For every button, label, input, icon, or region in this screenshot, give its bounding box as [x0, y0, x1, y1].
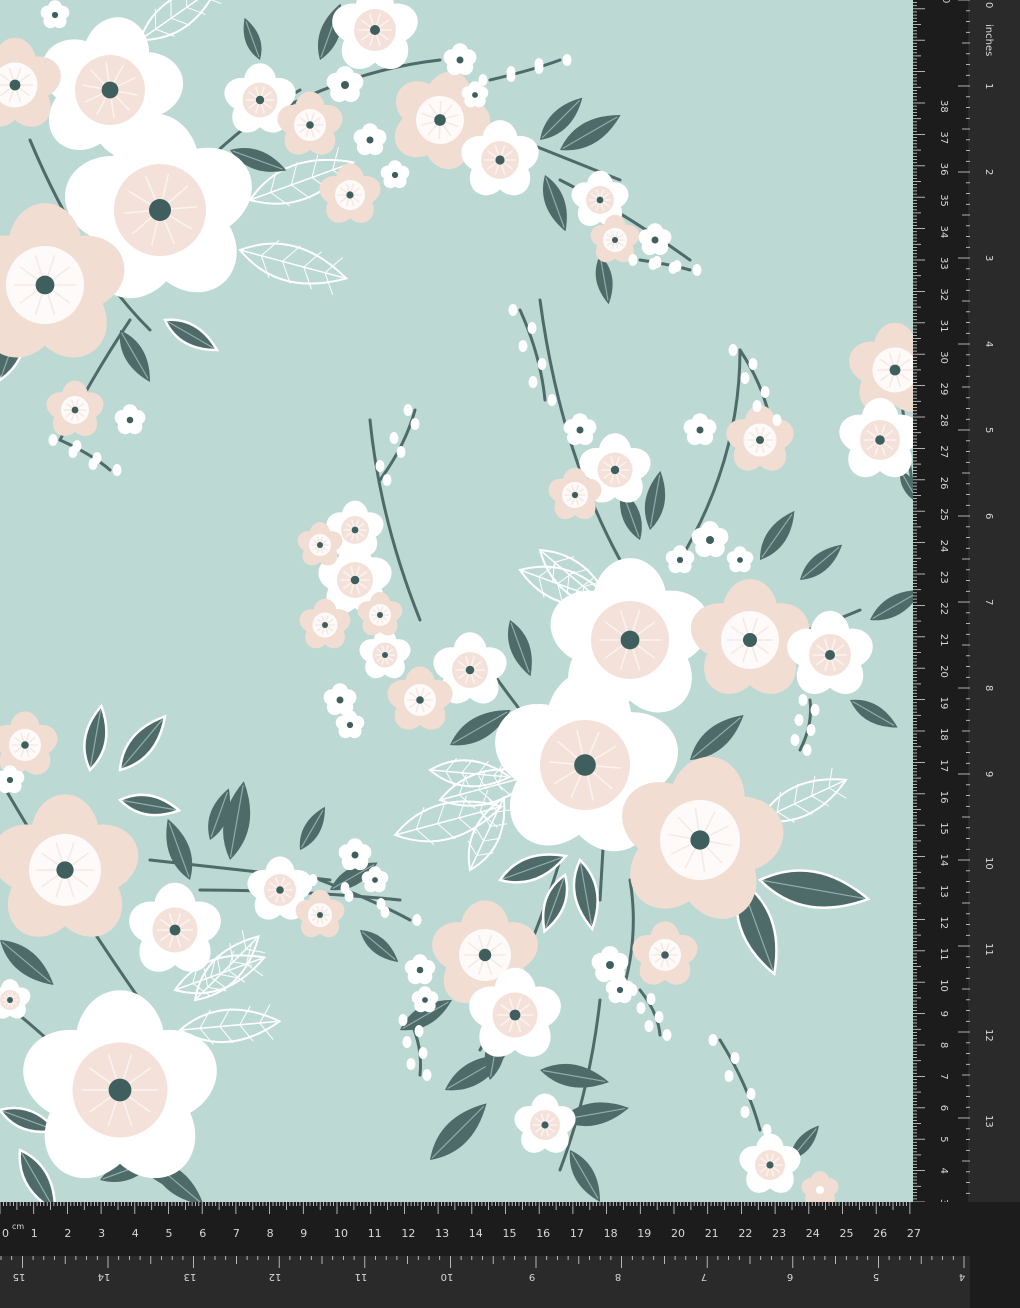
bottom-ruler-cm-label: 26 [873, 1227, 887, 1240]
bottom-ruler-cm-origin: 0 [2, 1227, 9, 1240]
right-ruler-cm-label: 31 [938, 320, 949, 333]
bottom-ruler-cm-label: 2 [64, 1227, 71, 1240]
right-ruler-cm-label: 32 [938, 288, 949, 301]
bottom-ruler-cm-label: 23 [772, 1227, 786, 1240]
bottom-ruler-cm-label: 20 [671, 1227, 685, 1240]
bottom-ruler-inch-label: 14 [98, 1271, 111, 1282]
bottom-ruler-cm-label: 10 [334, 1227, 348, 1240]
right-ruler-cm-label: 7 [938, 1073, 949, 1079]
right-ruler-cm-label: 38 [938, 100, 949, 113]
right-ruler-cm-label: 21 [938, 634, 949, 647]
right-ruler-inch-label: 1 [983, 83, 994, 89]
right-ruler-cm-label: 16 [938, 791, 949, 804]
right-ruler-cm-label: 30 [938, 351, 949, 364]
bottom-ruler-cm-label: 16 [536, 1227, 550, 1240]
bottom-ruler-inch-label: 4 [959, 1271, 965, 1282]
right-ruler-inch-label: 8 [983, 685, 994, 691]
right-ruler-inch-label: 12 [983, 1029, 994, 1042]
right-ruler-cm-label: 13 [938, 885, 949, 898]
right-ruler-cm-label: 24 [938, 540, 949, 553]
bottom-ruler-inch-label: 13 [184, 1271, 197, 1282]
right-ruler-inch-label: 9 [983, 771, 994, 777]
bottom-ruler-cm-label: 1 [31, 1227, 38, 1240]
right-ruler-cm-label: 19 [938, 697, 949, 710]
right-ruler-cm-label: 20 [938, 665, 949, 678]
bottom-ruler-inch-label: 11 [355, 1271, 368, 1282]
bottom-ruler-inch-label: 10 [441, 1271, 454, 1282]
right-ruler-cm-label: 18 [938, 728, 949, 741]
bottom-ruler-cm-label: 24 [806, 1227, 820, 1240]
right-ruler-cm-label: 29 [938, 383, 949, 396]
bottom-ruler-cm-label: 25 [840, 1227, 854, 1240]
bottom-ruler-inch-label: 5 [873, 1271, 879, 1282]
bottom-ruler-inch-label: 6 [787, 1271, 793, 1282]
right-ruler-cm-label: 35 [938, 194, 949, 207]
bottom-ruler-cm-label: 19 [637, 1227, 651, 1240]
right-ruler-cm-label: 17 [938, 759, 949, 772]
right-ruler-cm-label: 25 [938, 508, 949, 521]
right-ruler-cm-label: 33 [938, 257, 949, 270]
right-ruler-cm-label: 4 [938, 1168, 949, 1174]
right-ruler-cm-label: 22 [938, 602, 949, 615]
right-ruler-cm-label: 36 [938, 163, 949, 176]
right-ruler-inch-label: 3 [983, 255, 994, 261]
bottom-ruler-cm-label: 18 [604, 1227, 618, 1240]
right-ruler-cm-origin: 0 [940, 0, 951, 3]
right-ruler-inch-label: 7 [983, 599, 994, 605]
right-ruler-cm-label: 8 [938, 1042, 949, 1048]
bottom-ruler-cm-label: 6 [199, 1227, 206, 1240]
floral-fabric-swatch: 3456789101112131415161718192021222324252… [0, 0, 1020, 1308]
bottom-ruler-cm-label: 4 [132, 1227, 139, 1240]
right-ruler-cm-label: 15 [938, 822, 949, 835]
right-ruler-cm-label: 12 [938, 916, 949, 929]
bottom-ruler-cm-label: 21 [705, 1227, 719, 1240]
right-ruler-cm-label: 26 [938, 477, 949, 490]
bottom-ruler-cm-label: 12 [401, 1227, 415, 1240]
right-ruler-cm-label: 10 [938, 979, 949, 992]
bottom-ruler-cm-label: 3 [98, 1227, 105, 1240]
bottom-ruler-cm-label: 7 [233, 1227, 240, 1240]
bottom-ruler-cm-label: 11 [368, 1227, 382, 1240]
right-ruler-cm-label: 23 [938, 571, 949, 584]
right-ruler-cm-label: 9 [938, 1011, 949, 1017]
bottom-ruler-cm-label: 22 [738, 1227, 752, 1240]
right-ruler-cm-label: 6 [938, 1105, 949, 1111]
bottom-ruler-inch-label: 7 [701, 1271, 707, 1282]
bottom-ruler-cm-label: 27 [907, 1227, 921, 1240]
right-ruler-cm-label: 5 [938, 1136, 949, 1142]
bottom-ruler-cm-label: 17 [570, 1227, 584, 1240]
right-ruler-cm-label: 34 [938, 226, 949, 239]
right-ruler-inch-label: 5 [983, 427, 994, 433]
bottom-ruler-inch-label: 9 [529, 1271, 535, 1282]
bottom-ruler-cm-label: 15 [503, 1227, 517, 1240]
right-ruler-unit-label: inches [983, 24, 994, 56]
right-ruler-cm-label: 14 [938, 854, 949, 867]
right-ruler-inch-label: 6 [983, 513, 994, 519]
bottom-ruler-inch-label: 8 [615, 1271, 621, 1282]
right-ruler-cm-label: 27 [938, 445, 949, 458]
bottom-ruler-unit-label: cm [12, 1222, 24, 1231]
right-ruler-inch-origin: 0 [983, 2, 994, 8]
bottom-ruler-cm-label: 9 [300, 1227, 307, 1240]
right-ruler-inch-label: 13 [983, 1115, 994, 1128]
right-ruler-inch-label: 2 [983, 169, 994, 175]
right-ruler: 3456789101112131415161718192021222324252… [913, 0, 1020, 1250]
right-ruler-inch-label: 4 [983, 341, 994, 347]
bottom-ruler: 1 2 3 4 5 6 7 8 9 10 11 12 13 14 15 16 17 18 19 20 21 22 23 24 2… [0, 1202, 1020, 1308]
bottom-ruler-cm-label: 5 [166, 1227, 173, 1240]
bottom-ruler-inch-label: 15 [13, 1271, 26, 1282]
right-ruler-inch-label: 11 [983, 943, 994, 956]
bottom-ruler-cm-label: 8 [267, 1227, 274, 1240]
bottom-ruler-cm-label: 14 [469, 1227, 483, 1240]
right-ruler-inch-label: 10 [983, 857, 994, 870]
right-ruler-cm-label: 11 [938, 948, 949, 961]
bottom-ruler-inch-label: 12 [269, 1271, 282, 1282]
right-ruler-cm-label: 37 [938, 131, 949, 144]
right-ruler-cm-label: 28 [938, 414, 949, 427]
bottom-ruler-cm-label: 13 [435, 1227, 449, 1240]
